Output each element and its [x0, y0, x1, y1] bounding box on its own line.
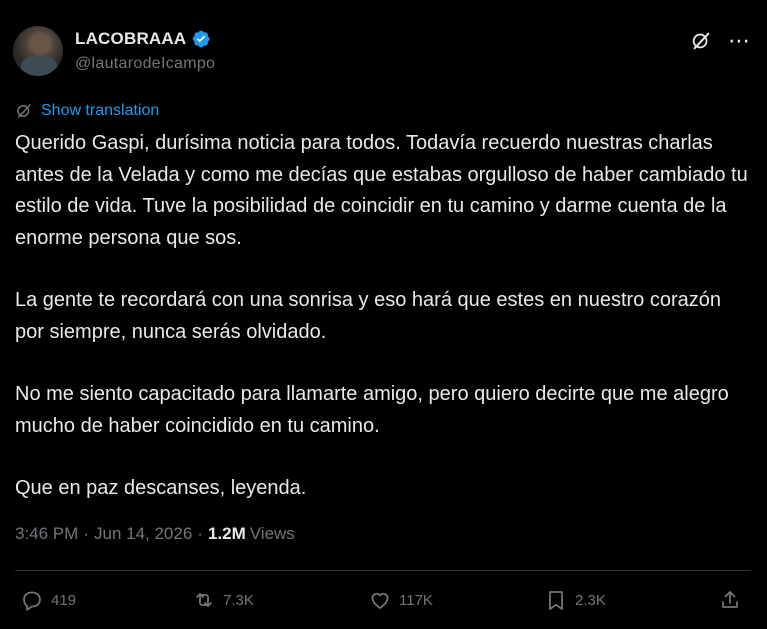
repost-icon [196, 593, 212, 607]
post-date[interactable]: Jun 14, 2026 [94, 524, 192, 544]
reply-icon [23, 591, 41, 611]
meta-separator: · [197, 524, 203, 543]
repost-button[interactable]: 7.3K [192, 588, 254, 612]
post-time[interactable]: 3:46 PM [15, 524, 78, 544]
share-icon [722, 591, 738, 608]
like-button[interactable]: 117K [368, 588, 433, 612]
post-paragraph: La gente te recordará con una sonrisa y … [15, 289, 722, 343]
post-paragraph: Querido Gaspi, durísima noticia para tod… [15, 132, 748, 249]
verified-badge-icon [193, 30, 210, 48]
share-button[interactable] [718, 588, 742, 612]
reply-button[interactable]: 419 [20, 588, 76, 612]
like-count: 117K [399, 591, 433, 609]
avatar-body [21, 56, 57, 76]
bookmark-count: 2.3K [575, 591, 606, 609]
action-bar: 419 7.3K 117K 2.3K [20, 588, 743, 616]
post-text: Querido Gaspi, durísima noticia para tod… [15, 128, 755, 536]
user-info: LACOBRAAA @lautarodeIcampo [75, 28, 215, 73]
reply-count: 419 [51, 591, 77, 609]
display-name[interactable]: LACOBRAAA [75, 29, 186, 49]
divider [15, 570, 751, 571]
user-handle[interactable]: @lautarodeIcampo [75, 55, 215, 73]
grok-icon[interactable] [690, 30, 712, 52]
heart-icon [371, 592, 389, 609]
repost-count: 7.3K [223, 591, 254, 609]
show-translation-label[interactable]: Show translation [41, 102, 159, 120]
bookmark-button[interactable]: 2.3K [544, 588, 606, 612]
header-actions: ⋯ [690, 30, 751, 52]
post-header: LACOBRAAA @lautarodeIcampo ⋯ [13, 24, 751, 80]
bookmark-icon [549, 591, 563, 610]
post: LACOBRAAA @lautarodeIcampo ⋯ Show transl… [0, 0, 767, 629]
display-name-row: LACOBRAAA [75, 28, 215, 50]
post-paragraph: No me siento capacitado para llamarte am… [15, 383, 729, 437]
post-paragraph: Que en paz descanses, leyenda. [15, 477, 307, 499]
avatar[interactable] [13, 26, 63, 76]
show-translation-link[interactable]: Show translation [15, 102, 159, 120]
more-icon[interactable]: ⋯ [728, 30, 751, 52]
avatar-head [32, 34, 48, 54]
translate-icon [17, 104, 31, 118]
post-meta: 3:46 PM · Jun 14, 2026 · 1.2M Views [15, 524, 295, 544]
meta-separator: · [83, 524, 89, 543]
views-count[interactable]: 1.2M [208, 524, 246, 544]
views-label: Views [249, 524, 295, 543]
